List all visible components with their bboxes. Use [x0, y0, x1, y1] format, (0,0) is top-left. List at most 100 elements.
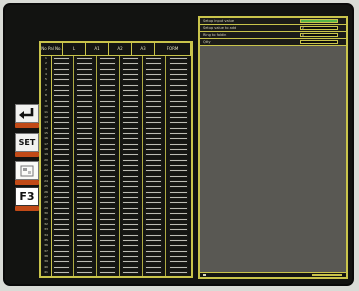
grid-cell[interactable]	[169, 153, 188, 157]
enter-button[interactable]	[15, 104, 39, 123]
grid-cell[interactable]	[122, 67, 139, 71]
grid-cell[interactable]	[169, 271, 188, 274]
grid-cell[interactable]	[53, 164, 70, 167]
grid-cell[interactable]	[53, 174, 70, 178]
grid-cell[interactable]	[76, 238, 93, 242]
grid-cell[interactable]	[76, 174, 93, 178]
grid-cell[interactable]	[76, 62, 93, 66]
grid-cell[interactable]	[169, 233, 188, 237]
grid-cell[interactable]	[169, 217, 188, 221]
grid-cell[interactable]	[99, 190, 116, 194]
grid-cell[interactable]	[76, 89, 93, 93]
grid-cell[interactable]	[145, 78, 162, 82]
grid-cell[interactable]	[53, 254, 70, 258]
grid-cell[interactable]	[99, 158, 116, 162]
grid-cell[interactable]	[53, 260, 70, 264]
grid-cell[interactable]	[122, 228, 139, 232]
grid-cell[interactable]	[145, 233, 162, 237]
grid-cell[interactable]	[53, 126, 70, 130]
grid-cell[interactable]	[169, 62, 188, 66]
grid-cell[interactable]	[122, 164, 139, 167]
grid-cell[interactable]	[145, 190, 162, 194]
grid-cell[interactable]	[169, 174, 188, 178]
grid-cell[interactable]	[53, 238, 70, 242]
grid-cell[interactable]	[99, 131, 116, 135]
grid-cell[interactable]	[53, 153, 70, 157]
grid-cell[interactable]	[76, 260, 93, 264]
grid-cell[interactable]	[76, 265, 93, 269]
grid-cell[interactable]	[145, 57, 162, 60]
grid-cell[interactable]	[76, 99, 93, 103]
grid-cell[interactable]	[169, 147, 188, 151]
grid-cell[interactable]	[169, 94, 188, 98]
grid-cell[interactable]	[99, 201, 116, 205]
grid-cell[interactable]	[53, 271, 70, 274]
f3-button[interactable]: F3	[15, 187, 39, 206]
grid-cell[interactable]	[76, 73, 93, 77]
grid-cell[interactable]	[99, 228, 116, 232]
grid-cell[interactable]	[76, 158, 93, 162]
grid-cell[interactable]	[169, 78, 188, 82]
grid-cell[interactable]	[99, 137, 116, 141]
grid-cell[interactable]	[145, 131, 162, 135]
grid-cell[interactable]	[76, 222, 93, 226]
grid-cell[interactable]	[145, 115, 162, 119]
grid-cell[interactable]	[122, 137, 139, 141]
grid-cell[interactable]	[76, 190, 93, 194]
grid-cell[interactable]	[122, 201, 139, 205]
grid-cell[interactable]	[76, 57, 93, 60]
grid-cell[interactable]	[122, 153, 139, 157]
grid-cell[interactable]	[122, 99, 139, 103]
grid-cell[interactable]	[145, 73, 162, 77]
grid-cell[interactable]	[145, 158, 162, 162]
grid-cell[interactable]	[53, 83, 70, 87]
grid-cell[interactable]	[53, 169, 70, 173]
parameter-value-field[interactable]	[300, 19, 338, 23]
grid-cell[interactable]	[53, 233, 70, 237]
grid-cell[interactable]	[145, 238, 162, 242]
grid-cell[interactable]	[122, 174, 139, 178]
grid-cell[interactable]	[169, 260, 188, 264]
grid-cell[interactable]	[169, 228, 188, 232]
grid-cell[interactable]	[99, 180, 116, 184]
parameter-value-field[interactable]: 2	[300, 26, 338, 30]
grid-cell[interactable]	[169, 206, 188, 210]
grid-cell[interactable]	[122, 115, 139, 119]
grid-cell[interactable]	[76, 94, 93, 98]
grid-cell[interactable]	[76, 233, 93, 237]
grid-cell[interactable]	[76, 83, 93, 87]
grid-cell[interactable]	[53, 89, 70, 93]
grid-cell[interactable]	[76, 67, 93, 71]
grid-cell[interactable]	[145, 153, 162, 157]
grid-cell[interactable]	[122, 271, 139, 274]
grid-cell[interactable]	[99, 254, 116, 258]
grid-cell[interactable]	[122, 142, 139, 146]
grid-cell[interactable]	[99, 265, 116, 269]
grid-cell[interactable]	[169, 131, 188, 135]
grid-cell[interactable]	[169, 201, 188, 205]
grid-cell[interactable]	[122, 233, 139, 237]
grid-cell[interactable]	[99, 110, 116, 114]
grid-cell[interactable]	[99, 115, 116, 119]
grid-cell[interactable]	[145, 260, 162, 264]
grid-cell[interactable]	[99, 260, 116, 264]
grid-cell[interactable]	[99, 249, 116, 253]
grid-cell[interactable]	[122, 265, 139, 269]
grid-cell[interactable]	[76, 254, 93, 258]
grid-cell[interactable]	[145, 62, 162, 66]
grid-cell[interactable]	[145, 249, 162, 253]
grid-cell[interactable]	[99, 238, 116, 242]
grid-cell[interactable]	[99, 78, 116, 82]
grid-cell[interactable]	[169, 169, 188, 173]
grid-cell[interactable]	[99, 83, 116, 87]
grid-cell[interactable]	[122, 94, 139, 98]
grid-cell[interactable]	[76, 249, 93, 253]
grid-cell[interactable]	[145, 228, 162, 232]
grid-cell[interactable]	[99, 142, 116, 146]
grid-cell[interactable]	[76, 196, 93, 200]
grid-cell[interactable]	[145, 174, 162, 178]
grid-cell[interactable]	[145, 196, 162, 200]
grid-cell[interactable]	[53, 105, 70, 109]
grid-cell[interactable]	[99, 233, 116, 237]
grid-cell[interactable]	[99, 244, 116, 248]
